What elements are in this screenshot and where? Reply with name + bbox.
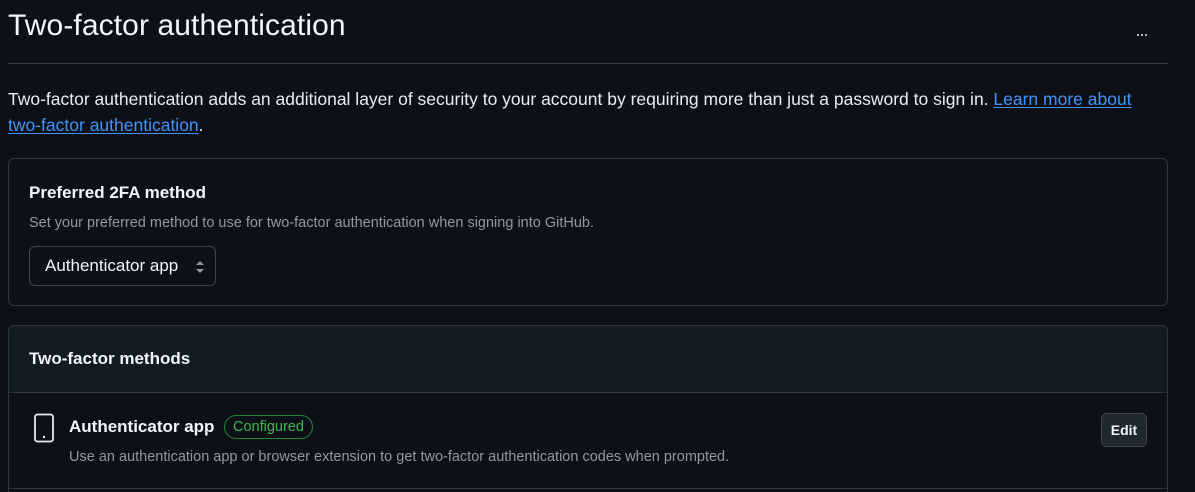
preferred-method-selected-value: Authenticator app <box>45 256 179 275</box>
intro-paragraph: Two-factor authentication adds an additi… <box>8 86 1168 138</box>
chevron-up-down-icon <box>196 261 204 273</box>
ellipsis-icon-dot-2 <box>1141 34 1143 36</box>
ellipsis-icon-dot-3 <box>1145 34 1147 36</box>
preferred-method-box: Preferred 2FA method Set your preferred … <box>8 158 1168 306</box>
method-description: Use an authentication app or browser ext… <box>69 449 730 465</box>
intro-trailing: . <box>198 115 204 135</box>
page: Two-factor authentication Two-factor aut… <box>0 0 1195 492</box>
method-name: Authenticator app <box>69 417 215 436</box>
method-row-authenticator-app: Authenticator app Configured Use an auth… <box>9 393 1167 489</box>
status-badge: Configured <box>224 415 313 439</box>
methods-header: Two-factor methods <box>9 326 1167 393</box>
page-title: Two-factor authentication <box>8 9 346 42</box>
more-options-button[interactable] <box>1130 20 1154 44</box>
preferred-method-title: Preferred 2FA method <box>29 183 206 202</box>
page-header: Two-factor authentication <box>8 0 1168 64</box>
methods-title: Two-factor methods <box>29 349 191 368</box>
ellipsis-icon <box>1137 34 1139 36</box>
edit-method-button[interactable]: Edit <box>1101 413 1147 447</box>
preferred-method-description: Set your preferred method to use for two… <box>29 215 595 231</box>
two-factor-methods-box: Two-factor methods Authenticator app Con… <box>8 325 1168 492</box>
preferred-method-select[interactable]: Authenticator app <box>29 246 216 286</box>
intro-text: Two-factor authentication adds an additi… <box>8 89 994 109</box>
device-mobile-icon <box>34 413 54 443</box>
